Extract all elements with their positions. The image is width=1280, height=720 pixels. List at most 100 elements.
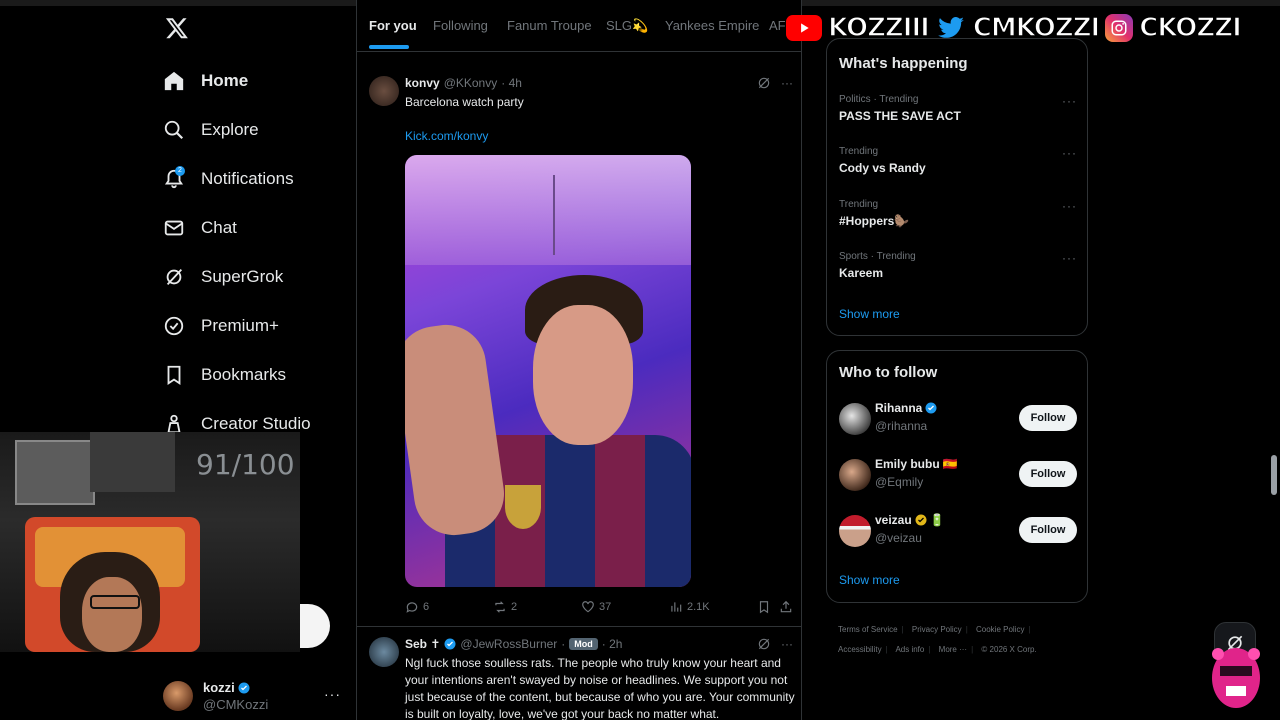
trend-topic: Kareem bbox=[839, 266, 884, 280]
nav-item-premium[interactable]: Premium+ bbox=[163, 309, 279, 343]
footer-link[interactable]: Privacy Policy bbox=[912, 625, 962, 634]
nav-item-notifications[interactable]: 2 Notifications bbox=[163, 162, 294, 196]
tweet-link[interactable]: Kick.com/konvy bbox=[405, 128, 797, 145]
tab-af[interactable]: AF bbox=[769, 18, 786, 33]
tweet-author-handle[interactable]: @JewRossBurner bbox=[460, 637, 557, 651]
footer-link[interactable]: More ··· bbox=[939, 645, 967, 654]
trend-item[interactable]: Sports · Trending Kareem ··· bbox=[839, 251, 1077, 280]
trend-item[interactable]: Politics · Trending PASS THE SAVE ACT ··… bbox=[839, 94, 1077, 123]
follow-suggestion[interactable]: veizau 🔋 @veizau Follow bbox=[839, 513, 1077, 549]
footer-link[interactable]: Terms of Service bbox=[838, 625, 898, 634]
footer-link[interactable]: Accessibility bbox=[838, 645, 882, 654]
tab-for-you[interactable]: For you bbox=[369, 18, 417, 33]
whats-happening-card: What's happening Politics · Trending PAS… bbox=[826, 38, 1088, 336]
views-button[interactable]: 2.1K bbox=[669, 600, 757, 614]
share-icon bbox=[780, 600, 792, 613]
like-count: 37 bbox=[599, 601, 612, 613]
footer-link[interactable]: Cookie Policy bbox=[976, 625, 1024, 634]
nav-label: Home bbox=[201, 71, 249, 90]
youtube-icon bbox=[786, 15, 822, 41]
instagram-handle: CKOZZI bbox=[1138, 12, 1242, 44]
tab-fanum-troupe[interactable]: Fanum Troupe bbox=[507, 18, 592, 33]
user-name[interactable]: Emily bubu bbox=[875, 457, 940, 471]
mascot-overlay-image bbox=[1212, 648, 1260, 708]
nav-label: Chat bbox=[201, 218, 237, 237]
footer-link[interactable]: Ads info bbox=[895, 645, 924, 654]
avatar bbox=[163, 681, 193, 711]
avatar[interactable] bbox=[369, 637, 399, 667]
social-banner-overlay: KOZZIII CMKOZZI CKOZZI bbox=[786, 10, 1243, 46]
home-icon bbox=[164, 71, 184, 91]
avatar[interactable] bbox=[369, 76, 399, 106]
tab-slg[interactable]: SLG💫 bbox=[606, 18, 648, 34]
user-name[interactable]: veizau bbox=[875, 513, 912, 527]
overlay-score: 91/100 bbox=[196, 448, 295, 481]
section-title: What's happening bbox=[839, 55, 968, 72]
footer-links: Terms of Service | Privacy Policy | Cookie… bbox=[838, 625, 1037, 654]
timeline-tabs: For you Following Fanum Troupe SLG💫 Yank… bbox=[357, 0, 801, 52]
avatar[interactable] bbox=[839, 459, 871, 491]
notification-badge: 2 bbox=[175, 166, 185, 176]
user-handle: @rihanna bbox=[875, 419, 928, 433]
follow-suggestion[interactable]: Rihanna @rihanna Follow bbox=[839, 401, 1077, 437]
bookmark-icon bbox=[759, 601, 769, 614]
tweet-author-name[interactable]: Seb ✝ bbox=[405, 637, 440, 651]
instagram-icon bbox=[1105, 14, 1134, 42]
trend-context: Politics · Trending bbox=[839, 94, 919, 105]
follow-button[interactable]: Follow bbox=[1019, 461, 1077, 487]
avatar[interactable] bbox=[839, 515, 871, 547]
tweet-author-name[interactable]: konvy bbox=[405, 76, 440, 90]
youtube-handle: KOZZIII bbox=[827, 12, 930, 44]
nav-item-home[interactable]: Home bbox=[163, 64, 248, 98]
mail-icon bbox=[164, 220, 184, 236]
follow-suggestion[interactable]: Emily bubu 🇪🇸 @Eqmily Follow bbox=[839, 457, 1077, 493]
tab-following[interactable]: Following bbox=[433, 18, 488, 33]
follow-button[interactable]: Follow bbox=[1019, 405, 1077, 431]
tab-yankees-empire[interactable]: Yankees Empire bbox=[665, 18, 759, 33]
tweet-media-image[interactable] bbox=[405, 155, 691, 587]
bookmark-icon bbox=[167, 365, 181, 385]
more-icon[interactable]: ··· bbox=[324, 686, 341, 702]
trend-item[interactable]: Trending #Hoppers🦫 ··· bbox=[839, 199, 1077, 228]
repost-icon bbox=[495, 601, 505, 613]
more-icon[interactable]: ··· bbox=[781, 637, 793, 651]
more-icon[interactable]: ··· bbox=[1062, 199, 1077, 213]
scrollbar-thumb[interactable] bbox=[1271, 455, 1277, 495]
x-logo-icon[interactable] bbox=[165, 14, 189, 42]
nav-label: Explore bbox=[201, 120, 259, 139]
grok-icon[interactable] bbox=[757, 637, 771, 651]
show-more-link[interactable]: Show more bbox=[839, 573, 900, 587]
more-icon[interactable]: ··· bbox=[1062, 251, 1077, 265]
user-handle: @veizau bbox=[875, 531, 922, 545]
nav-item-chat[interactable]: Chat bbox=[163, 211, 237, 245]
bookmark-button[interactable] bbox=[757, 600, 779, 614]
reply-count: 6 bbox=[423, 601, 430, 613]
show-more-link[interactable]: Show more bbox=[839, 307, 900, 321]
twitter-handle: CMKOZZI bbox=[972, 12, 1101, 44]
share-button[interactable] bbox=[779, 600, 797, 614]
nav-item-explore[interactable]: Explore bbox=[163, 113, 259, 147]
tweet-time[interactable]: · 4h bbox=[501, 76, 522, 90]
grok-icon bbox=[166, 269, 183, 285]
timeline: For you Following Fanum Troupe SLG💫 Yank… bbox=[356, 0, 802, 720]
trend-topic: PASS THE SAVE ACT bbox=[839, 109, 961, 123]
more-icon[interactable]: ··· bbox=[1062, 146, 1077, 160]
tweet-author-handle[interactable]: @KKonvy bbox=[444, 76, 498, 90]
repost-button[interactable]: 2 bbox=[493, 600, 581, 614]
trend-topic: #Hoppers🦫 bbox=[839, 214, 910, 228]
follow-button[interactable]: Follow bbox=[1019, 517, 1077, 543]
reply-button[interactable]: 6 bbox=[405, 600, 493, 614]
account-switcher[interactable]: kozzi @CMKozzi ··· bbox=[163, 676, 353, 716]
more-icon[interactable]: ··· bbox=[1062, 94, 1077, 108]
tweet-time[interactable]: · 2h bbox=[602, 637, 623, 651]
nav-item-supergrok[interactable]: SuperGrok bbox=[163, 260, 283, 294]
more-icon[interactable]: ··· bbox=[781, 76, 793, 90]
avatar[interactable] bbox=[839, 403, 871, 435]
grok-icon[interactable] bbox=[757, 76, 771, 90]
like-button[interactable]: 37 bbox=[581, 600, 669, 614]
user-name[interactable]: Rihanna bbox=[875, 401, 922, 415]
trend-item[interactable]: Trending Cody vs Randy ··· bbox=[839, 146, 1077, 175]
nav-item-bookmarks[interactable]: Bookmarks bbox=[163, 358, 286, 392]
tweet[interactable]: Seb ✝ @JewRossBurner · Mod · 2h ··· Ngl … bbox=[357, 627, 801, 720]
tweet-actions: 6 2 37 2.1K bbox=[405, 598, 797, 616]
